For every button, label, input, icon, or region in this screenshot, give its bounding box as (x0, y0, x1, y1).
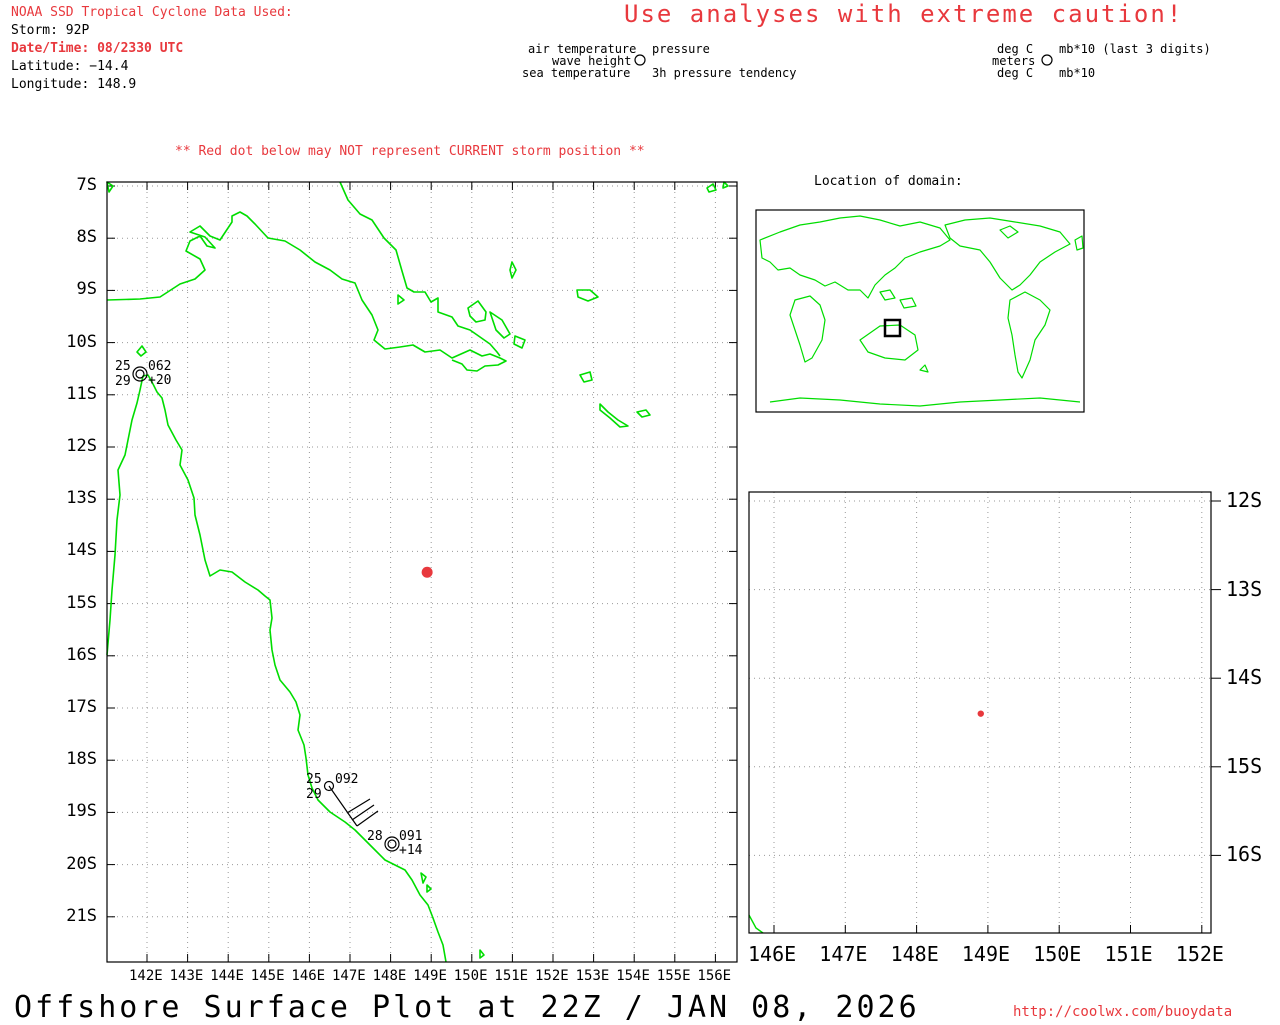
main-lon-label: 156E (697, 968, 732, 984)
plot-title: Offshore Surface Plot at 22Z / JAN 08, 2… (14, 990, 920, 1025)
source-url-link[interactable]: http://coolwx.com/buoydata (1013, 1004, 1232, 1020)
zoom-lat-label: 13S (1226, 576, 1263, 601)
zoom-map-coastline (748, 914, 764, 934)
main-lon-label: 151E (494, 968, 529, 984)
storm-position-marker (421, 566, 433, 578)
main-lon-label: 144E (210, 968, 244, 984)
zoom-map-grid (749, 492, 1221, 933)
main-lat-label: 10S (66, 331, 97, 352)
main-lon-label: 145E (250, 968, 285, 984)
zoom-lon-label: 147E (819, 942, 868, 966)
main-lon-label: 147E (332, 968, 366, 984)
main-lat-label: 19S (66, 801, 97, 822)
station-2-sea-temp: 29 (306, 787, 322, 802)
legend-station-circle-icon (634, 54, 646, 66)
main-lon-label: 146E (291, 968, 326, 984)
map-canvas (106, 54, 1221, 963)
station-plots (132, 366, 400, 852)
main-lon-label: 155E (656, 968, 691, 984)
station-3-inner-circle-icon (387, 839, 397, 849)
main-lat-label: 20S (66, 853, 97, 874)
inset-world-frame (755, 209, 1085, 413)
station-1-pressure: 062 (148, 359, 172, 374)
zoom-lon-label: 150E (1033, 942, 1082, 966)
station-1-inner-circle-icon (135, 369, 145, 379)
zoom-lon-label: 152E (1175, 942, 1224, 966)
station-2-wind-barb-3 (346, 798, 371, 814)
main-lon-label: 152E (535, 968, 569, 984)
zoom-lon-label: 146E (748, 942, 797, 966)
main-lon-label: 142E (129, 968, 163, 984)
main-lat-label: 7S (76, 175, 97, 195)
main-lat-label: 21S (66, 905, 97, 926)
zoom-lat-label: 12S (1226, 488, 1263, 512)
main-lat-label: 12S (66, 436, 97, 456)
main-lat-label: 11S (66, 383, 97, 404)
zoom-lat-label: 15S (1226, 753, 1263, 778)
station-1-outer-circle-icon (132, 366, 148, 382)
main-lat-label: 8S (76, 227, 97, 248)
main-lon-label: 153E (575, 968, 610, 984)
station-2-air-temp: 25 (306, 772, 322, 787)
station-2-pressure: 092 (335, 772, 359, 787)
main-lon-label: 149E (413, 968, 447, 984)
main-lon-label: 143E (169, 968, 204, 984)
zoom-lat-label: 16S (1226, 842, 1263, 867)
main-lat-label: 9S (76, 279, 97, 300)
main-lat-label: 13S (66, 488, 97, 509)
station-3-outer-circle-icon (384, 836, 400, 852)
station-1-air-temp: 25 (115, 359, 131, 374)
main-lon-label: 150E (453, 968, 488, 984)
main-lat-label: 17S (66, 697, 97, 717)
main-lat-label: 16S (66, 644, 97, 665)
main-lat-label: 14S (66, 540, 97, 561)
station-1-tendency: +20 (148, 373, 172, 388)
main-lat-label: 15S (66, 592, 97, 613)
station-3-pressure: 091 (399, 829, 423, 844)
zoom-lat-label: 14S (1226, 665, 1263, 690)
zoom-lon-label: 149E (961, 942, 1011, 966)
legend-unit-circle-icon (1041, 54, 1053, 66)
main-lat-label: 18S (66, 749, 97, 770)
station-1-sea-temp: 29 (115, 374, 131, 389)
station-3-tendency: +14 (399, 843, 423, 858)
zoom-storm-position-marker (977, 710, 984, 717)
station-2-wind-barb-1 (356, 810, 379, 827)
main-lon-label: 154E (616, 968, 650, 984)
zoom-lon-label: 148E (890, 942, 939, 966)
zoom-lon-label: 151E (1104, 942, 1153, 966)
station-3-air-temp: 28 (367, 829, 383, 844)
main-lon-label: 148E (372, 968, 407, 984)
